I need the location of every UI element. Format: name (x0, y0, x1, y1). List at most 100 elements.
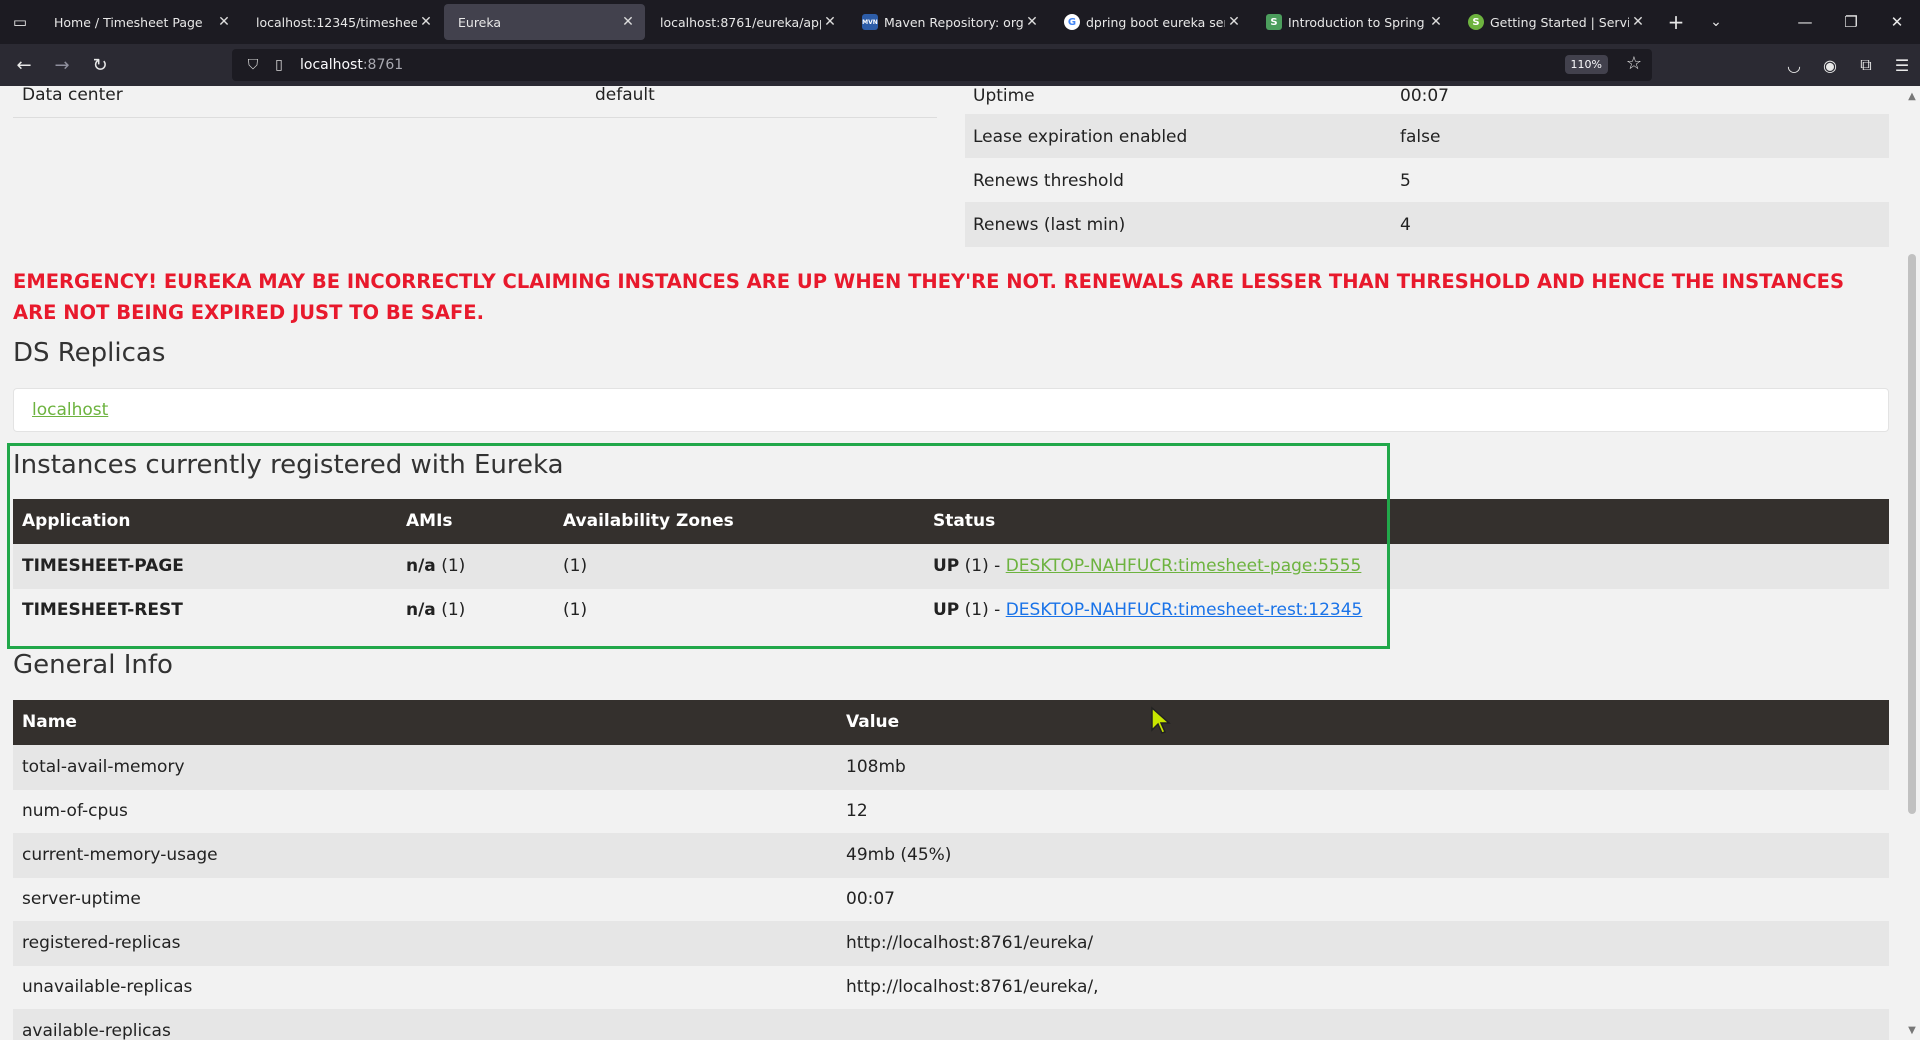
close-tab-icon[interactable]: ✕ (1427, 13, 1445, 31)
minimize-icon[interactable]: — (1782, 0, 1828, 44)
tab-google-search[interactable]: G dpring boot eureka server - ✕ (1050, 4, 1251, 40)
scrollbar-thumb[interactable] (1908, 254, 1916, 814)
navigation-bar: ← → ↻ ⛉ ▯ localhost:8761 110% ☆ ◡ ◉ ⧉ ☰ (0, 44, 1920, 86)
close-window-icon[interactable]: ✕ (1874, 0, 1920, 44)
info-value (837, 1008, 1889, 1040)
tab-title: Getting Started | Service Re (1490, 14, 1629, 30)
tab-bar: ▭ Home / Timesheet Page ✕ localhost:1234… (0, 0, 1920, 44)
zoom-level-badge[interactable]: 110% (1564, 55, 1608, 74)
column-header-amis: AMIs (397, 499, 554, 544)
menu-icon[interactable]: ☰ (1884, 49, 1920, 81)
column-header-name: Name (13, 700, 837, 745)
table-row: current-memory-usage 49mb (45%) (13, 832, 1889, 877)
general-info-table: Name Value total-avail-memory 108mb num-… (13, 700, 1889, 1040)
new-tab-icon[interactable]: + (1656, 4, 1696, 40)
tab-title: localhost:8761/eureka/apps (660, 14, 821, 30)
table-row: TIMESHEET-REST n/a (1) (1) UP (1) - DESK… (13, 587, 1889, 632)
page-content: Data center default Uptime 00:07 Lease e… (0, 86, 1904, 1040)
shield-icon[interactable]: ⛉ (242, 57, 264, 73)
tab-getting-started[interactable]: S Getting Started | Service Re ✕ (1454, 4, 1655, 40)
tab-home-timesheet[interactable]: Home / Timesheet Page ✕ (40, 4, 241, 40)
close-tab-icon[interactable]: ✕ (215, 13, 233, 31)
column-header-application: Application (13, 499, 397, 544)
table-row: TIMESHEET-PAGE n/a (1) (1) UP (1) - DESK… (13, 543, 1889, 588)
close-tab-icon[interactable]: ✕ (417, 13, 435, 31)
tab-maven-repository[interactable]: MVN Maven Repository: org.spri ✕ (848, 4, 1049, 40)
info-value: 12 (837, 788, 1889, 833)
status-label: Renews threshold (973, 170, 1124, 191)
google-favicon-icon: G (1064, 14, 1080, 30)
info-name: available-replicas (13, 1008, 837, 1040)
table-row: server-uptime 00:07 (13, 876, 1889, 921)
status-label: Data center (22, 86, 123, 105)
info-name: num-of-cpus (13, 788, 837, 833)
info-name: current-memory-usage (13, 832, 837, 877)
pocket-icon[interactable]: ◡ (1776, 49, 1812, 81)
status-cell: UP (1) - DESKTOP-NAHFUCR:timesheet-rest:… (924, 587, 1889, 632)
instances-heading: Instances currently registered with Eure… (13, 450, 564, 480)
page-scrollbar[interactable]: ▲ ▼ (1904, 86, 1920, 1040)
close-tab-icon[interactable]: ✕ (1023, 13, 1041, 31)
status-cell: UP (1) - DESKTOP-NAHFUCR:timesheet-page:… (924, 543, 1889, 588)
status-value: default (595, 86, 655, 105)
status-value: 4 (1400, 214, 1411, 235)
column-header-value: Value (837, 700, 1889, 745)
tab-title: Introduction to Spring Clou (1288, 14, 1427, 30)
status-value: 00:07 (1400, 86, 1449, 106)
forward-icon[interactable]: → (44, 49, 80, 81)
status-value: 5 (1400, 170, 1411, 191)
back-icon[interactable]: ← (6, 49, 42, 81)
restore-icon[interactable]: ❐ (1828, 0, 1874, 44)
replica-link[interactable]: localhost (32, 400, 108, 420)
instance-link[interactable]: DESKTOP-NAHFUCR:timesheet-page:5555 (1006, 556, 1362, 576)
ds-replicas-heading: DS Replicas (13, 338, 166, 368)
ds-replicas-box: localhost (13, 388, 1889, 432)
status-row-renews-threshold: Renews threshold 5 (965, 158, 1889, 203)
close-tab-icon[interactable]: ✕ (821, 13, 839, 31)
status-row-renews-last-min: Renews (last min) 4 (965, 202, 1889, 247)
close-tab-icon[interactable]: ✕ (1225, 13, 1243, 31)
tab-eureka-apps[interactable]: localhost:8761/eureka/apps ✕ (646, 4, 847, 40)
page-info-icon[interactable]: ▯ (268, 57, 290, 73)
close-tab-icon[interactable]: ✕ (1629, 13, 1647, 31)
info-value: http://localhost:8761/eureka/, (837, 964, 1889, 1009)
zones-cell: (1) (554, 587, 924, 632)
scroll-down-icon[interactable]: ▼ (1904, 1022, 1920, 1038)
application-name: TIMESHEET-PAGE (13, 543, 397, 588)
chevron-down-icon[interactable]: ⌄ (1696, 4, 1736, 40)
application-name: TIMESHEET-REST (13, 587, 397, 632)
maven-favicon-icon: MVN (862, 14, 878, 30)
mouse-cursor-icon (1151, 706, 1171, 734)
info-value: 108mb (837, 744, 1889, 789)
scroll-up-icon[interactable]: ▲ (1904, 88, 1920, 104)
table-row: registered-replicas http://localhost:876… (13, 920, 1889, 965)
status-row-lease-expiration: Lease expiration enabled false (965, 114, 1889, 159)
table-row: num-of-cpus 12 (13, 788, 1889, 833)
amis-cell: n/a (1) (397, 587, 554, 632)
extensions-icon[interactable]: ⧉ (1848, 49, 1884, 81)
general-info-heading: General Info (13, 650, 173, 680)
table-row: unavailable-replicas http://localhost:87… (13, 964, 1889, 1009)
info-value: http://localhost:8761/eureka/ (837, 920, 1889, 965)
bookmark-star-icon[interactable]: ☆ (1626, 53, 1642, 74)
tab-spring-cloud-intro[interactable]: S Introduction to Spring Clou ✕ (1252, 4, 1453, 40)
table-row: available-replicas (13, 1008, 1889, 1040)
account-icon[interactable]: ◉ (1812, 49, 1848, 81)
tab-title: Maven Repository: org.spri (884, 14, 1023, 30)
amis-cell: n/a (1) (397, 543, 554, 588)
close-tab-icon[interactable]: ✕ (619, 13, 637, 31)
url-text[interactable]: localhost:8761 (300, 57, 403, 73)
tab-localhost-timesheets[interactable]: localhost:12345/timesheets ✕ (242, 4, 443, 40)
instance-link[interactable]: DESKTOP-NAHFUCR:timesheet-rest:12345 (1006, 600, 1363, 620)
tab-title: Home / Timesheet Page (54, 14, 203, 30)
address-bar[interactable]: ⛉ ▯ localhost:8761 110% ☆ (232, 49, 1652, 81)
zones-cell: (1) (554, 543, 924, 588)
tab-eureka[interactable]: Eureka ✕ (444, 4, 645, 40)
table-row: total-avail-memory 108mb (13, 744, 1889, 789)
instances-table: Application AMIs Availability Zones Stat… (13, 499, 1889, 632)
list-all-tabs-icon[interactable]: ▭ (0, 0, 40, 44)
reload-icon[interactable]: ↻ (82, 49, 118, 81)
status-value: false (1400, 126, 1441, 147)
info-name: total-avail-memory (13, 744, 837, 789)
status-label: Uptime (973, 86, 1035, 106)
